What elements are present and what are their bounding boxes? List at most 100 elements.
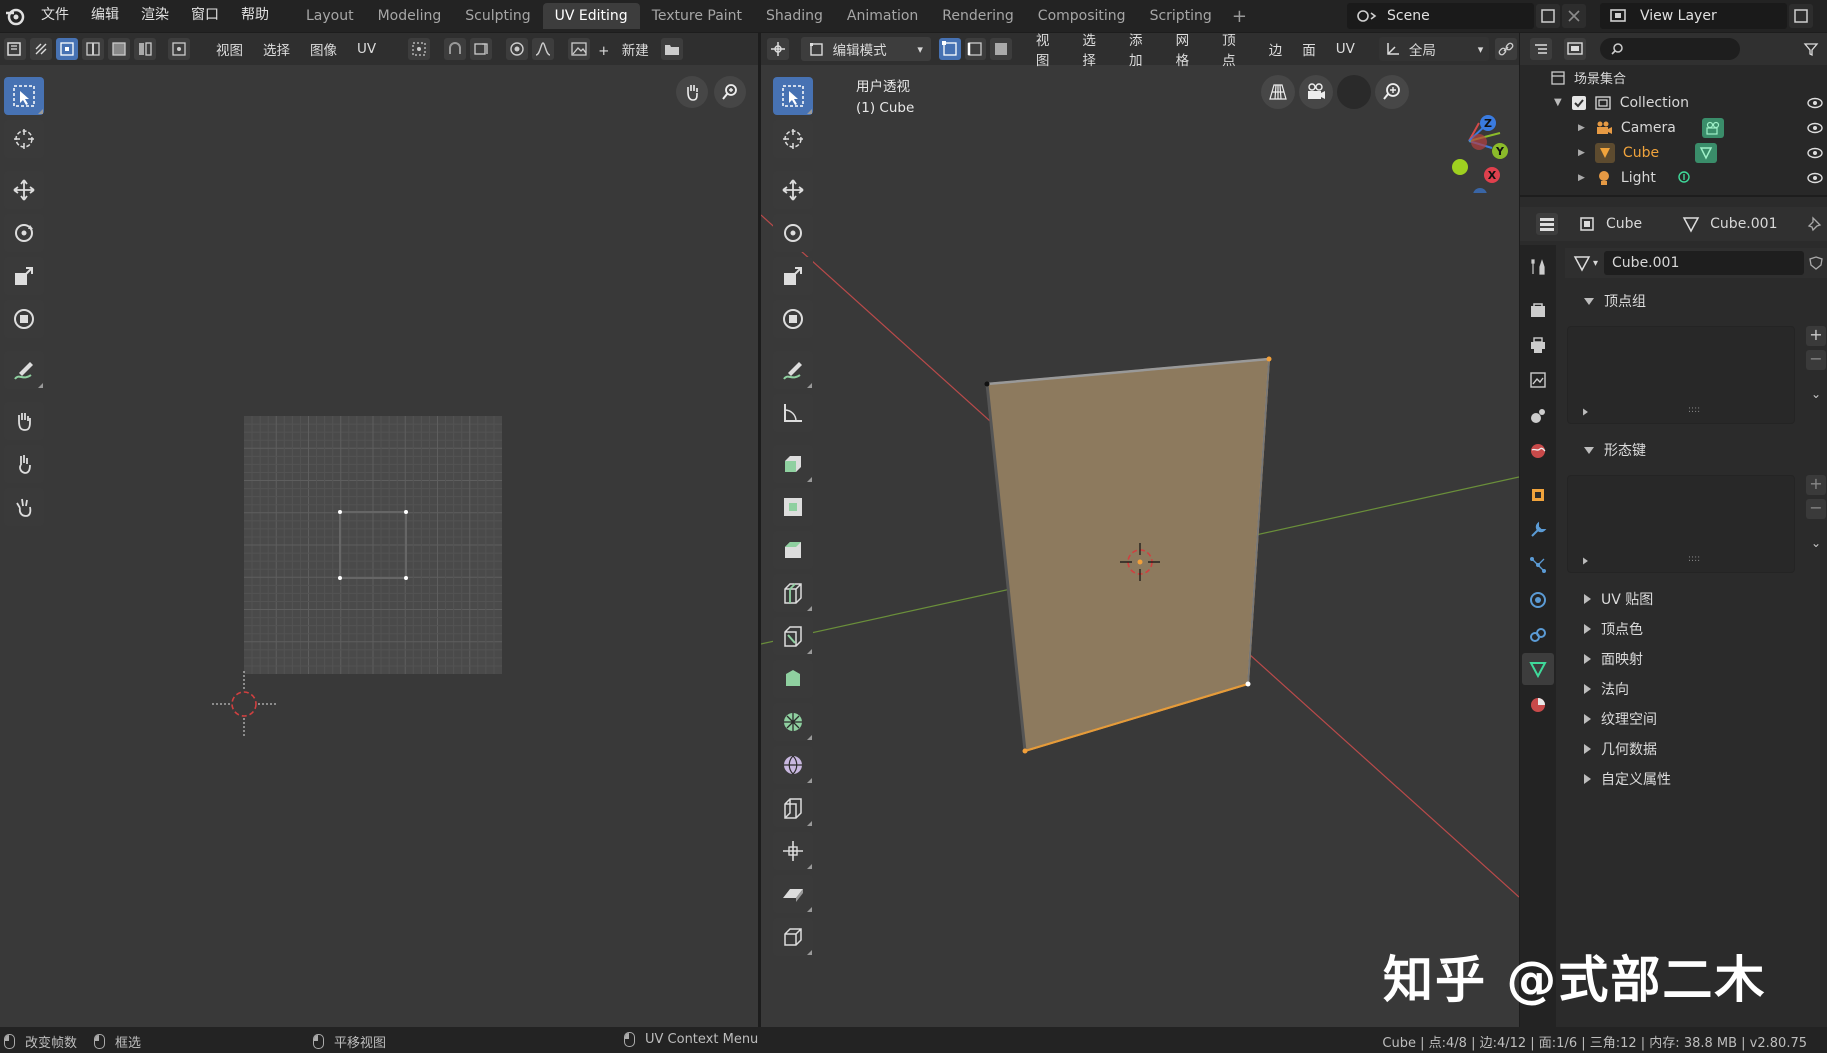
vertex-colors-section-header[interactable]: 顶点色 (1570, 614, 1827, 644)
new-scene-button[interactable] (1536, 4, 1560, 28)
open-image-icon[interactable] (660, 38, 683, 60)
vertex-mode-icon[interactable] (938, 38, 961, 60)
view-layer-tab-icon[interactable] (1524, 366, 1552, 394)
add-vertex-group-button[interactable]: + (1806, 326, 1826, 346)
face-maps-section-header[interactable]: 面映射 (1570, 644, 1827, 674)
uv-maps-section-header[interactable]: UV 贴图 (1570, 584, 1827, 614)
properties-editor-type-icon[interactable] (1536, 213, 1558, 235)
tab-shading[interactable]: Shading (754, 3, 835, 29)
vp-transform-tool[interactable] (773, 300, 813, 338)
blender-logo-icon[interactable] (0, 0, 30, 32)
tab-sculpting[interactable]: Sculpting (453, 3, 542, 29)
vertex-groups-list[interactable]: :::: (1567, 326, 1795, 424)
select-box-tool[interactable] (4, 77, 44, 115)
uv-menu-select[interactable]: 选择 (253, 39, 300, 59)
expand-toggle-icon[interactable]: ▶ (1578, 123, 1585, 133)
edge-mode-icon[interactable] (964, 38, 987, 60)
tab-compositing[interactable]: Compositing (1026, 3, 1138, 29)
menu-file[interactable]: 文件 (30, 0, 80, 32)
scene-collection-row[interactable]: 场景集合 (1522, 65, 1827, 90)
expand-toggle-icon[interactable]: ▶ (1578, 173, 1585, 183)
camera-data-icon[interactable] (1701, 117, 1724, 138)
vertex-groups-section-header[interactable]: 顶点组 (1570, 286, 1827, 316)
spin-tool[interactable] (773, 703, 813, 741)
geometry-data-section-header[interactable]: 几何数据 (1570, 734, 1827, 764)
vertex-group-specials-button[interactable]: ⌄ (1806, 384, 1826, 404)
outliner-editor-type-icon[interactable] (1530, 38, 1552, 60)
cursor-tool[interactable] (4, 120, 44, 158)
display-mode-icon[interactable] (1564, 38, 1586, 60)
remove-vertex-group-button[interactable]: − (1806, 350, 1826, 370)
scene-selector[interactable]: Scene (1347, 3, 1534, 29)
mode-selector[interactable]: 编辑模式 ▾ (800, 37, 931, 61)
sync-selection-icon[interactable] (30, 38, 52, 60)
camera-view-button[interactable] (1299, 75, 1333, 109)
outliner-search-input[interactable] (1600, 38, 1740, 60)
vp-select-box-tool[interactable] (773, 77, 813, 115)
vp-move-tool[interactable] (773, 171, 813, 209)
uv-menu-view[interactable]: 视图 (206, 39, 253, 59)
shear-tool[interactable] (773, 875, 813, 913)
tab-modeling[interactable]: Modeling (366, 3, 454, 29)
editor-type-icon[interactable] (4, 38, 26, 60)
viewport-menu-view[interactable]: 视图 (1026, 33, 1073, 69)
viewport-scene[interactable] (761, 65, 1519, 1027)
physics-tab-icon[interactable] (1524, 586, 1552, 614)
transform-tool[interactable] (4, 300, 44, 338)
tab-texture-paint[interactable]: Texture Paint (640, 3, 754, 29)
viewport-menu-select[interactable]: 选择 (1072, 33, 1119, 69)
menu-render[interactable]: 渲染 (130, 0, 180, 32)
material-tab-icon[interactable] (1524, 691, 1552, 719)
relax-tool[interactable] (4, 445, 44, 483)
scene-tab-icon[interactable] (1524, 402, 1552, 430)
loop-cut-tool[interactable] (773, 574, 813, 612)
collection-row[interactable]: ▼ Collection (1522, 90, 1827, 115)
pivot-icon[interactable] (408, 38, 431, 60)
viewport-menu-vertex[interactable]: 顶点 (1212, 33, 1259, 69)
menu-help[interactable]: 帮助 (230, 0, 280, 32)
vp-annotate-tool[interactable] (773, 351, 813, 389)
list-expand-icon[interactable] (1583, 557, 1588, 565)
render-tab-icon[interactable] (1524, 297, 1552, 325)
filter-icon[interactable] (1803, 41, 1819, 57)
zoom-view-button[interactable] (714, 76, 746, 108)
modifier-tab-icon[interactable] (1524, 516, 1552, 544)
uv-menu-image[interactable]: 图像 (300, 39, 347, 59)
expand-toggle-icon[interactable]: ▼ (1554, 97, 1562, 108)
add-workspace-button[interactable]: + (1224, 6, 1255, 27)
output-tab-icon[interactable] (1524, 332, 1552, 360)
face-select-icon[interactable] (108, 38, 130, 60)
uv-menu-uv[interactable]: UV (347, 41, 386, 57)
mesh-name-field[interactable]: Cube.001 (1604, 251, 1805, 275)
vertex-select-icon[interactable] (56, 38, 78, 60)
vp-rotate-tool[interactable] (773, 214, 813, 252)
tab-rendering[interactable]: Rendering (930, 3, 1026, 29)
delete-scene-button[interactable] (1562, 4, 1586, 28)
viewport-menu-uv[interactable]: UV (1326, 41, 1365, 57)
viewport-editor-type-icon[interactable] (767, 38, 789, 60)
object-tab-icon[interactable] (1524, 481, 1552, 509)
outliner-item-cube[interactable]: ▶ Cube (1522, 140, 1827, 165)
tab-scripting[interactable]: Scripting (1138, 3, 1224, 29)
shape-key-specials-button[interactable]: ⌄ (1806, 533, 1826, 553)
shrink-fatten-tool[interactable] (773, 832, 813, 870)
knife-tool[interactable] (773, 617, 813, 655)
list-resize-grip[interactable]: :::: (1688, 405, 1700, 415)
image-browse-icon[interactable] (568, 38, 591, 60)
transform-orientation-selector[interactable]: 全局 ▾ (1378, 37, 1490, 61)
link-icon[interactable] (1495, 38, 1517, 60)
add-shape-key-button[interactable]: + (1806, 475, 1826, 495)
list-expand-icon[interactable] (1583, 408, 1588, 416)
tab-layout[interactable]: Layout (294, 3, 366, 29)
edge-slide-tool[interactable] (773, 789, 813, 827)
mesh-data-tab-icon[interactable] (1522, 653, 1554, 685)
smooth-tool[interactable] (773, 746, 813, 784)
falloff-icon[interactable] (532, 38, 555, 60)
world-tab-icon[interactable] (1524, 437, 1552, 465)
custom-properties-section-header[interactable]: 自定义属性 (1570, 764, 1827, 794)
new-view-layer-button[interactable] (1789, 4, 1813, 28)
orientation-gizmo[interactable]: Z Y X (1401, 73, 1511, 193)
rotate-tool[interactable] (4, 214, 44, 252)
outliner-item-camera[interactable]: ▶ Camera (1522, 115, 1827, 140)
list-resize-grip[interactable]: :::: (1688, 554, 1700, 564)
